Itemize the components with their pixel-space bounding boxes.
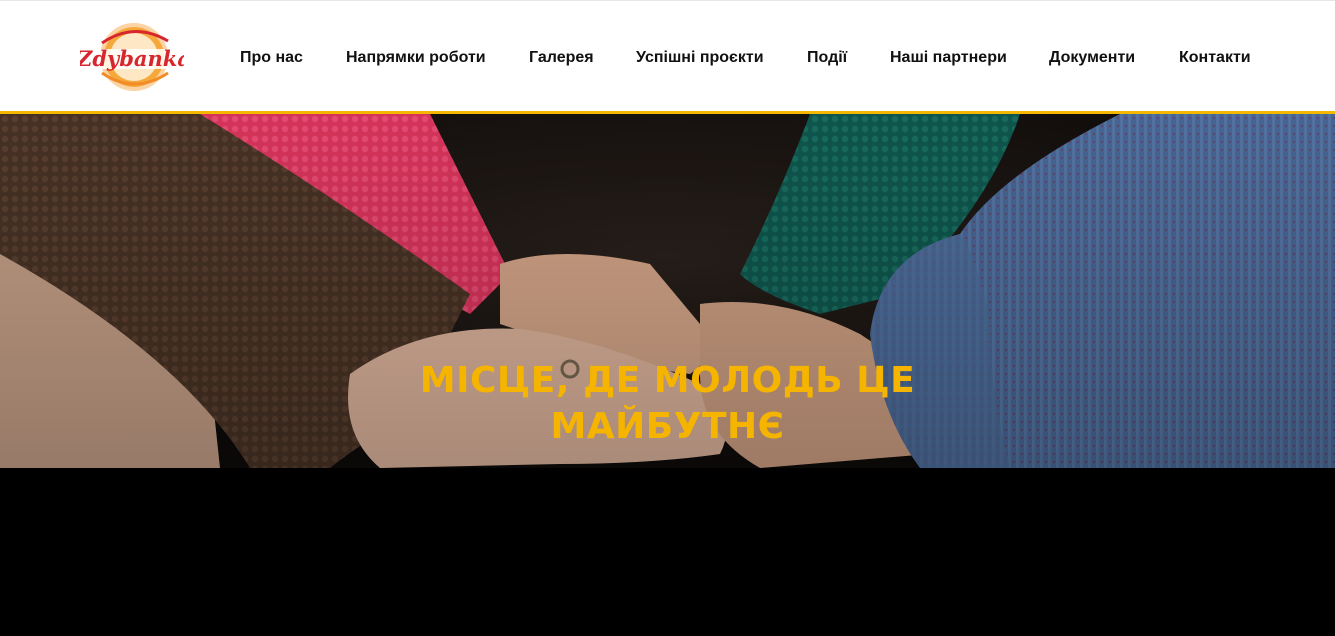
main-navigation: Про нас Напрямки роботи Галерея Успішні …: [0, 48, 1335, 70]
hero-title: МІСЦЕ, ДЕ МОЛОДЬ ЦЕ МАЙБУТНЄ: [0, 358, 1335, 450]
nav-item-directions[interactable]: Напрямки роботи: [346, 48, 486, 68]
content-area: [0, 468, 1335, 636]
nav-item-partners[interactable]: Наші партнери: [890, 48, 1007, 68]
nav-item-gallery[interactable]: Галерея: [529, 48, 594, 68]
nav-item-documents[interactable]: Документи: [1049, 48, 1135, 68]
nav-item-contacts[interactable]: Контакти: [1179, 48, 1251, 68]
nav-item-projects[interactable]: Успішні проєкти: [636, 48, 764, 68]
hero-banner: МІСЦЕ, ДЕ МОЛОДЬ ЦЕ МАЙБУТНЄ: [0, 114, 1335, 468]
hero-title-line1: МІСЦЕ, ДЕ МОЛОДЬ ЦЕ: [419, 360, 916, 402]
site-header: Zdybanka Про нас Напрямки роботи Галерея…: [0, 0, 1335, 111]
nav-item-events[interactable]: Події: [807, 48, 847, 68]
hero-title-line2: МАЙБУТНЄ: [550, 406, 785, 448]
nav-item-about[interactable]: Про нас: [240, 48, 303, 68]
